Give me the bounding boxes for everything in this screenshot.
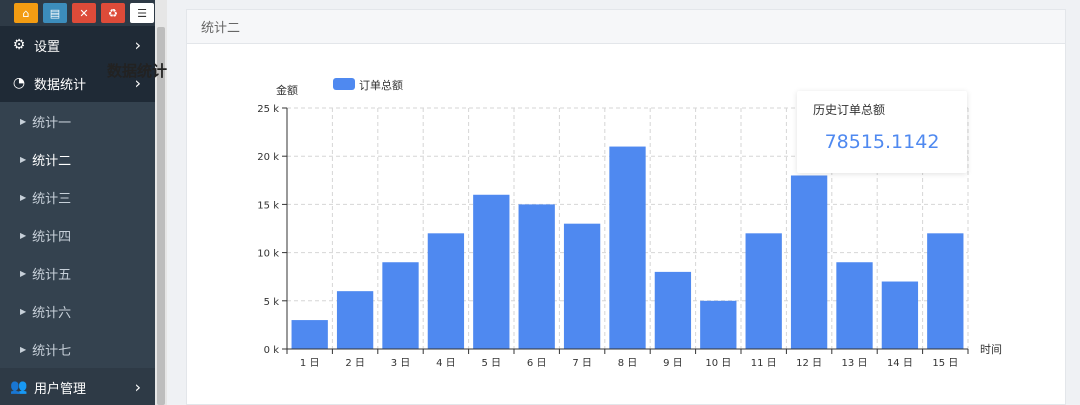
bar (881, 281, 919, 349)
total-orders-card: 历史订单总额 78515.1142 (797, 91, 967, 173)
bar (700, 300, 737, 349)
bar (927, 233, 964, 349)
x-tick-label: 5 日 (482, 358, 502, 369)
x-tick-label: 8 日 (618, 358, 638, 369)
y-tick-label: 15 k (257, 200, 279, 211)
y-tick-label: 20 k (257, 152, 279, 163)
bar (427, 233, 465, 349)
bar-chart: 0 k 5 k 10 k 15 k 20 k 25 k 1 日 2 日 3 日 4 日 5 日 6 日… (257, 83, 1002, 369)
total-orders-value: 78515.1142 (824, 131, 940, 153)
bar (654, 271, 692, 349)
y-tick-label: 0 k (264, 345, 280, 356)
x-tick-label: 14 日 (887, 358, 913, 369)
x-tick-label: 2 日 (345, 358, 365, 369)
x-tick-label: 4 日 (436, 358, 456, 369)
bar (291, 320, 328, 349)
bar (518, 204, 555, 349)
x-tick-label: 12 日 (796, 358, 822, 369)
bar (382, 262, 419, 349)
bar (609, 146, 646, 349)
y-tick-label: 5 k (264, 297, 280, 308)
x-tick-label: 13 日 (842, 358, 868, 369)
x-tick-label: 3 日 (391, 358, 411, 369)
y-tick-label: 25 k (257, 104, 279, 115)
x-tick-label: 11 日 (751, 358, 777, 369)
x-tick-label: 9 日 (663, 358, 683, 369)
bar (790, 175, 828, 349)
x-tick-label: 10 日 (705, 358, 731, 369)
bar (473, 194, 510, 349)
x-axis-name: 时间 (980, 343, 1002, 356)
total-orders-title: 历史订单总额 (813, 103, 886, 117)
bar (745, 233, 782, 349)
x-tick-label: 6 日 (527, 358, 547, 369)
x-tick-label: 1 日 (300, 358, 320, 369)
bar (336, 291, 374, 349)
bar (563, 223, 601, 349)
y-tick-label: 10 k (257, 249, 279, 260)
y-axis-name: 金额 (276, 83, 298, 97)
x-tick-label: 15 日 (932, 358, 958, 369)
x-tick-label: 7 日 (572, 358, 592, 369)
bar (836, 262, 873, 349)
